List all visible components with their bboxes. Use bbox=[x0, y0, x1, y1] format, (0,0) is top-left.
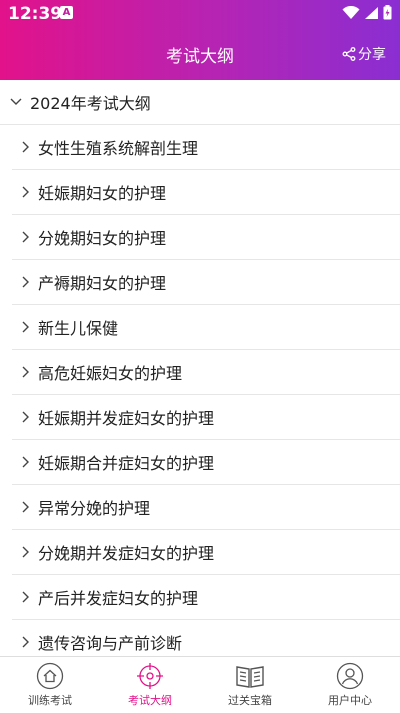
list-item[interactable]: 产褥期妇女的护理 bbox=[12, 260, 400, 305]
list-item[interactable]: 新生儿保健 bbox=[12, 305, 400, 350]
list-item[interactable]: 分娩期妇女的护理 bbox=[12, 215, 400, 260]
share-button[interactable]: 分享 bbox=[342, 44, 386, 64]
list-item[interactable]: 妊娠期妇女的护理 bbox=[12, 170, 400, 215]
chevron-right-icon bbox=[22, 411, 29, 423]
chevron-right-icon bbox=[22, 501, 29, 513]
list-item-label: 产褥期妇女的护理 bbox=[38, 274, 167, 293]
list-item-label: 遗传咨询与产前诊断 bbox=[38, 634, 183, 653]
signal-icon bbox=[365, 6, 378, 19]
book-icon bbox=[236, 666, 264, 688]
chevron-right-icon bbox=[22, 546, 29, 558]
list-item-label: 妊娠期妇女的护理 bbox=[38, 184, 167, 203]
chevron-right-icon bbox=[22, 276, 29, 288]
list-item-label: 妊娠期并发症妇女的护理 bbox=[38, 409, 215, 428]
app-bar: 12:39 A 考试大纲 分享 bbox=[0, 0, 400, 80]
list-item-label: 新生儿保健 bbox=[38, 319, 119, 338]
chevron-right-icon bbox=[22, 186, 29, 198]
section-label: 2024年考试大纲 bbox=[30, 94, 151, 113]
list-item[interactable]: 产后并发症妇女的护理 bbox=[12, 575, 400, 620]
tab-treasure[interactable]: 过关宝箱 bbox=[200, 657, 300, 713]
list-item-label: 分娩期并发症妇女的护理 bbox=[38, 544, 215, 563]
tab-label: 用户中心 bbox=[328, 694, 372, 707]
list-item-label: 女性生殖系统解剖生理 bbox=[38, 139, 199, 158]
list-item-label: 异常分娩的护理 bbox=[38, 499, 151, 518]
system-icons bbox=[342, 5, 392, 20]
list-item[interactable]: 分娩期并发症妇女的护理 bbox=[12, 530, 400, 575]
tab-training[interactable]: 训练考试 bbox=[0, 657, 100, 713]
share-icon bbox=[342, 47, 356, 61]
list-item[interactable]: 高危妊娠妇女的护理 bbox=[12, 350, 400, 395]
list-item[interactable]: 女性生殖系统解剖生理 bbox=[12, 125, 400, 170]
chevron-right-icon bbox=[22, 456, 29, 468]
chevron-down-icon bbox=[10, 98, 22, 105]
chevron-right-icon bbox=[22, 636, 29, 648]
section-header[interactable]: 2024年考试大纲 bbox=[0, 80, 400, 125]
outline-list: 2024年考试大纲 女性生殖系统解剖生理 妊娠期妇女的护理 分娩期妇女的护理 产褥期妇… bbox=[0, 80, 400, 665]
list-item[interactable]: 妊娠期合并症妇女的护理 bbox=[12, 440, 400, 485]
chevron-right-icon bbox=[22, 366, 29, 378]
battery-icon bbox=[383, 5, 392, 20]
wifi-icon bbox=[342, 5, 360, 19]
list-item-label: 高危妊娠妇女的护理 bbox=[38, 364, 183, 383]
home-icon bbox=[36, 662, 64, 690]
tab-user[interactable]: 用户中心 bbox=[300, 657, 400, 713]
share-label: 分享 bbox=[358, 47, 386, 63]
status-time: 12:39 bbox=[8, 4, 63, 24]
notification-icon: A bbox=[60, 6, 73, 19]
chevron-right-icon bbox=[22, 321, 29, 333]
list-item-label: 妊娠期合并症妇女的护理 bbox=[38, 454, 215, 473]
bottom-tab-bar: 训练考试 考试大纲 过关宝箱 用户中心 bbox=[0, 656, 400, 713]
list-item[interactable]: 异常分娩的护理 bbox=[12, 485, 400, 530]
user-icon bbox=[336, 662, 364, 690]
target-icon bbox=[137, 663, 163, 689]
tab-label: 训练考试 bbox=[28, 694, 72, 707]
list-item-label: 分娩期妇女的护理 bbox=[38, 229, 167, 248]
chevron-right-icon bbox=[22, 231, 29, 243]
list-item[interactable]: 妊娠期并发症妇女的护理 bbox=[12, 395, 400, 440]
tab-label: 过关宝箱 bbox=[228, 694, 272, 707]
page-title: 考试大纲 bbox=[166, 47, 234, 67]
chevron-right-icon bbox=[22, 591, 29, 603]
list-item-label: 产后并发症妇女的护理 bbox=[38, 589, 199, 608]
chevron-right-icon bbox=[22, 141, 29, 153]
tab-label: 考试大纲 bbox=[128, 694, 172, 707]
status-bar: 12:39 A bbox=[0, 0, 400, 28]
tab-outline[interactable]: 考试大纲 bbox=[100, 657, 200, 713]
